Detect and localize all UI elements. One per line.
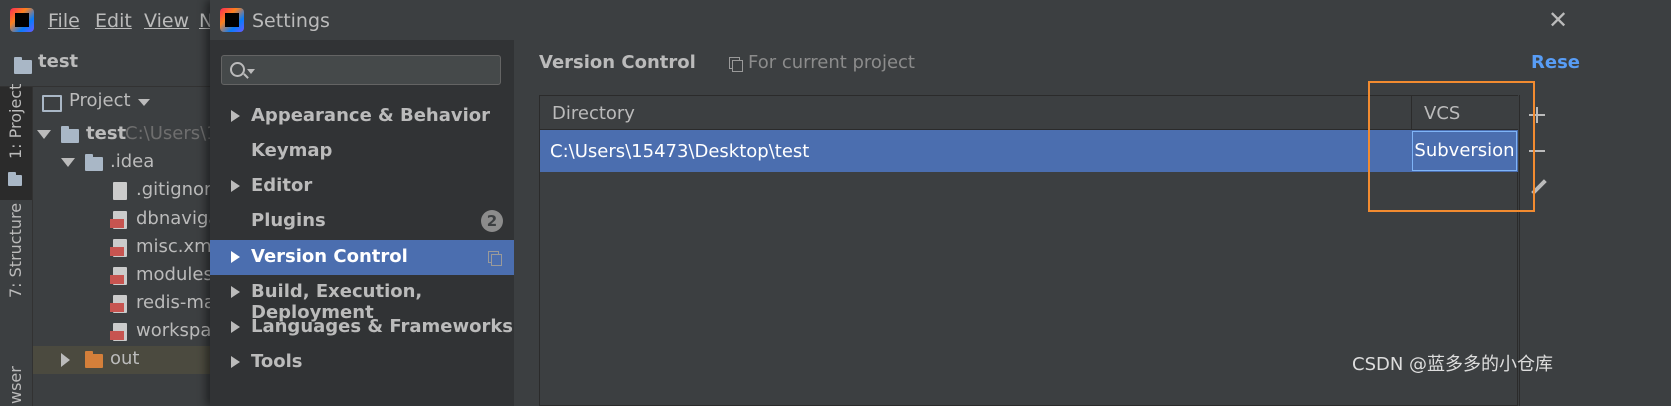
side-tab-structure[interactable]: 7: Structure	[0, 203, 32, 324]
project-scope-icon	[729, 57, 743, 72]
menu-file[interactable]: File	[48, 10, 80, 32]
folder-icon	[14, 57, 32, 74]
nav-label: Plugins	[251, 210, 326, 231]
page-title: Version Control	[539, 52, 696, 73]
xml-file-icon	[110, 295, 127, 313]
intellij-logo-icon	[10, 8, 34, 32]
nav-languages-frameworks[interactable]: Languages & Frameworks	[210, 310, 514, 345]
project-panel-title: Project	[69, 90, 131, 111]
side-tab-browser-label: wser	[6, 366, 25, 404]
nav-label: Version Control	[251, 246, 408, 267]
nav-keymap[interactable]: Keymap	[210, 134, 514, 169]
nav-label: Appearance & Behavior	[251, 105, 491, 126]
search-icon	[230, 62, 245, 77]
tree-row-workspace[interactable]: workspac	[33, 318, 224, 346]
side-tab-project[interactable]: 1: Project	[0, 83, 32, 200]
tree-row-root[interactable]: test C:\Users\1	[33, 121, 224, 149]
expand-arrow-icon	[231, 356, 240, 368]
xml-file-icon	[110, 323, 127, 341]
tree-label: misc.xml	[136, 236, 217, 257]
tree-label: redis-ma	[136, 292, 215, 313]
nav-tools[interactable]: Tools	[210, 345, 514, 380]
tree-label: .idea	[110, 151, 155, 172]
directory-cell[interactable]: C:\Users\15473\Desktop\test	[550, 141, 809, 162]
folder-icon	[85, 154, 103, 171]
ignored-file-icon	[113, 182, 127, 200]
tree-label: workspac	[136, 320, 222, 341]
search-options-chevron-icon[interactable]	[247, 69, 255, 74]
expand-arrow-icon[interactable]	[61, 353, 70, 367]
tree-row-dbnavigator[interactable]: dbnaviga	[33, 206, 224, 234]
annotation-highlight-box	[1368, 81, 1535, 212]
tree-row-idea[interactable]: .idea	[33, 149, 224, 177]
column-header-directory[interactable]: Directory	[552, 103, 635, 124]
expand-arrow-icon	[231, 321, 240, 333]
settings-search[interactable]	[221, 55, 501, 85]
close-icon[interactable]: ✕	[1548, 8, 1568, 32]
project-panel-header[interactable]: Project	[33, 87, 224, 119]
excluded-folder-icon	[85, 351, 103, 368]
tree-row-out[interactable]: out	[33, 346, 224, 374]
chevron-down-icon[interactable]	[138, 99, 150, 106]
nav-editor[interactable]: Editor	[210, 169, 514, 204]
nav-label: Tools	[251, 351, 303, 372]
tree-label: dbnaviga	[136, 208, 220, 229]
dialog-title: Settings	[252, 10, 330, 32]
expand-arrow-icon	[231, 180, 240, 192]
side-tab-structure-label: 7: Structure	[6, 202, 25, 298]
expand-arrow-icon	[231, 110, 240, 122]
tree-label: out	[110, 348, 140, 369]
project-scope-icon	[488, 251, 502, 266]
menu-view[interactable]: View	[144, 10, 189, 32]
expand-arrow-icon	[231, 251, 240, 263]
expand-arrow-icon[interactable]	[61, 158, 75, 167]
nav-label: Languages & Frameworks	[251, 316, 514, 337]
side-tab-project-label: 1: Project	[6, 83, 25, 159]
nav-label: Keymap	[251, 140, 333, 161]
reset-link[interactable]: Rese	[1531, 52, 1580, 73]
xml-file-icon	[110, 211, 127, 229]
watermark: CSDN @蓝多多的小仓库	[1352, 354, 1554, 375]
nav-plugins[interactable]: Plugins 2	[210, 204, 514, 239]
nav-build-execution-deployment[interactable]: Build, Execution, Deployment	[210, 275, 514, 323]
expand-arrow-icon	[231, 286, 240, 298]
tree-label: modules.	[136, 264, 219, 285]
tree-path: C:\Users\1	[125, 123, 218, 144]
tree-row-redis[interactable]: redis-ma	[33, 290, 224, 318]
nav-label: Editor	[251, 175, 313, 196]
tree-row-modules[interactable]: modules.	[33, 262, 224, 290]
ide-navbar: test	[0, 46, 224, 87]
project-view-icon	[42, 95, 62, 112]
side-tab-browser[interactable]: wser	[0, 340, 32, 406]
menu-edit[interactable]: Edit	[95, 10, 132, 32]
tree-row-misc[interactable]: misc.xml	[33, 234, 224, 262]
tree-row-gitignore[interactable]: .gitignore	[33, 177, 224, 205]
module-folder-icon	[61, 126, 79, 143]
project-folder-icon	[8, 172, 22, 186]
xml-file-icon	[110, 239, 127, 257]
navbar-project-name[interactable]: test	[38, 51, 78, 72]
expand-arrow-icon[interactable]	[37, 130, 51, 139]
intellij-logo-icon	[220, 8, 244, 32]
plugins-update-badge: 2	[481, 210, 503, 232]
nav-appearance-behavior[interactable]: Appearance & Behavior	[210, 99, 514, 134]
scope-label: For current project	[748, 52, 915, 73]
search-input[interactable]	[258, 58, 498, 84]
tree-label: test	[86, 123, 127, 144]
xml-file-icon	[110, 267, 127, 285]
nav-version-control[interactable]: Version Control	[210, 240, 514, 275]
